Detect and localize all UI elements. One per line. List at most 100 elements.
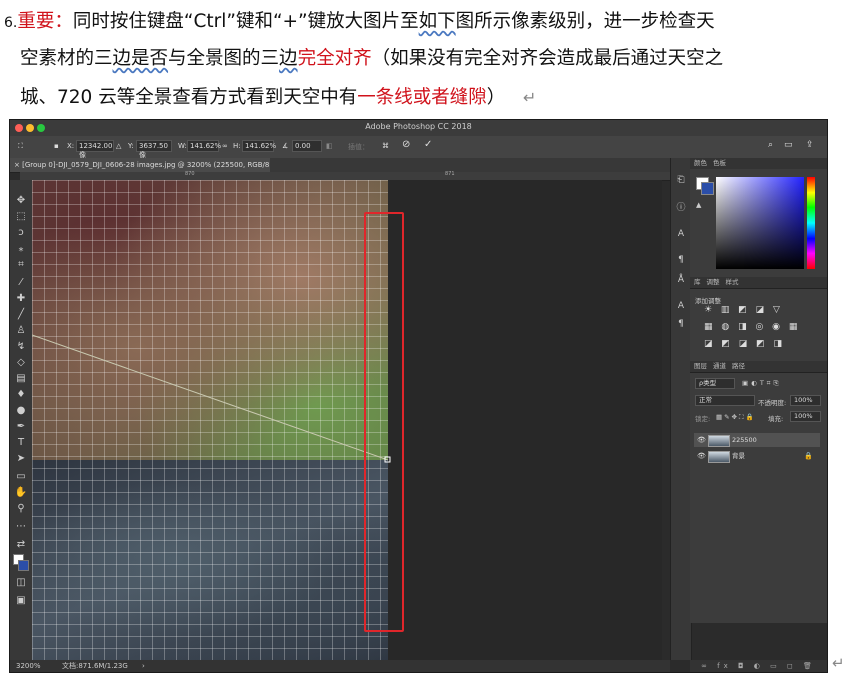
- width-percent-field[interactable]: 141.62%: [187, 140, 221, 152]
- screen-mode-icon[interactable]: ▣: [14, 594, 28, 608]
- layers-panel-tabs: 图层 通道 路径: [690, 361, 827, 372]
- layer-row[interactable]: 👁 背景 🔒: [694, 449, 820, 463]
- lock-icon: 🔒: [804, 452, 813, 460]
- search-icon[interactable]: ⌕: [768, 140, 773, 150]
- share-icon[interactable]: ⇪: [806, 140, 814, 150]
- doc-line-1: 6.重要：同时按住键盘“Ctrl”键和“+”键放大图片至如下图所示像素级别，进一…: [4, 11, 715, 32]
- options-bar: ⛶ ▪ X: 12342.00 像 △ Y: 3637.50 像 W: 141.…: [10, 136, 827, 159]
- tab-channels[interactable]: 通道: [713, 362, 726, 370]
- link-icon[interactable]: ∞: [222, 142, 228, 150]
- visibility-eye-icon[interactable]: 👁: [697, 433, 706, 447]
- move-tool-icon[interactable]: ✥: [14, 194, 28, 208]
- doc-line-3: 城、720 云等全景查看方式看到天空中有一条线或者缝隙） ↵: [20, 87, 537, 108]
- document-text: 6.重要：同时按住键盘“Ctrl”键和“+”键放大图片至如下图所示像素级别，进一…: [0, 0, 848, 118]
- swap-colors-icon[interactable]: ⇄: [14, 538, 28, 552]
- layer-row[interactable]: 👁 225500: [694, 433, 820, 447]
- tab-paths[interactable]: 路径: [732, 362, 745, 370]
- tab-layers[interactable]: 图层: [694, 362, 707, 370]
- color-background-swatch[interactable]: [701, 182, 714, 195]
- zoom-tool-icon[interactable]: ⚲: [14, 502, 28, 516]
- quick-mask-icon[interactable]: ◫: [14, 576, 28, 590]
- lasso-tool-icon[interactable]: ↄ: [14, 226, 28, 240]
- interpolation-label: 插值：: [348, 143, 369, 151]
- document-size: 文档:871.6M/1.23G: [62, 662, 128, 670]
- healing-brush-icon[interactable]: ✚: [14, 292, 28, 306]
- type-tool-icon[interactable]: T: [14, 436, 28, 450]
- layer-filter-icons[interactable]: ▣◐T⌗⎘: [742, 379, 782, 388]
- blend-mode-select[interactable]: 正常: [695, 395, 755, 406]
- background-color-swatch[interactable]: [18, 560, 29, 571]
- glyphs-panel-icon[interactable]: Å: [675, 274, 687, 286]
- y-position-field[interactable]: 3637.50 像: [136, 140, 172, 159]
- skew-icon[interactable]: ◧: [326, 142, 333, 150]
- status-menu-arrow[interactable]: ›: [142, 660, 145, 672]
- important-label: 重要：: [17, 11, 73, 32]
- tab-styles[interactable]: 样式: [726, 278, 739, 286]
- path-selection-icon[interactable]: ➤: [14, 452, 28, 466]
- adjustment-icons-row-2[interactable]: ▦ ◍ ◨ ◎ ◉ ▦: [704, 322, 800, 332]
- paragraph-style-icon[interactable]: ¶: [675, 318, 687, 330]
- saturation-value-field[interactable]: [716, 177, 804, 269]
- visibility-eye-icon[interactable]: 👁: [697, 449, 706, 463]
- rotation-angle-field[interactable]: 0.00: [292, 140, 322, 152]
- layer-kind-filter[interactable]: ρ类型: [695, 378, 735, 389]
- history-panel-icon[interactable]: ⎗: [675, 174, 687, 186]
- tab-adjustments[interactable]: 调整: [707, 278, 720, 286]
- info-panel-icon[interactable]: ⓘ: [675, 202, 687, 214]
- alignment-highlight-box: [364, 212, 404, 632]
- commit-transform-icon[interactable]: ✓: [424, 139, 432, 150]
- right-panels: 颜色 色板 ▲ 库调整 样式 添加调整 ☀ ▥ ◩ ◪ ▽ ▦ ◍ ◨ ◎ ◉ ▦ …: [690, 158, 827, 623]
- more-tools-icon[interactable]: ⋯: [14, 520, 28, 534]
- color-picker: ▲: [690, 169, 827, 277]
- adjustments-panel-tabs: 库调整 样式: [690, 277, 827, 288]
- history-brush-icon[interactable]: ↯: [14, 340, 28, 354]
- zoom-level[interactable]: 3200%: [16, 660, 40, 672]
- gamut-warning-icon: ▲: [696, 201, 702, 209]
- paragraph-panel-icon[interactable]: ¶: [675, 254, 687, 266]
- layers-footer-icons[interactable]: ∞ fx ◘ ◐ ▭ ◻ 🗑: [690, 660, 827, 672]
- dodge-tool-icon[interactable]: ●: [14, 404, 28, 418]
- tab-color[interactable]: 颜色: [694, 159, 707, 167]
- gradient-tool-icon[interactable]: ▤: [14, 372, 28, 386]
- crop-tool-icon[interactable]: ⌗: [14, 258, 28, 272]
- reference-point-icon[interactable]: ▪: [54, 142, 59, 150]
- character-style-icon[interactable]: A: [675, 300, 687, 312]
- hue-slider[interactable]: [807, 177, 815, 269]
- magic-wand-icon[interactable]: ⁎: [14, 242, 28, 256]
- app-title: Adobe Photoshop CC 2018: [365, 122, 472, 131]
- marquee-tool-icon[interactable]: ⬚: [14, 210, 28, 224]
- warp-icon[interactable]: ⌘: [382, 142, 389, 150]
- character-panel-icon[interactable]: A: [675, 228, 687, 240]
- adjustment-icons-row-1[interactable]: ☀ ▥ ◩ ◪ ▽: [704, 305, 783, 315]
- brush-tool-icon[interactable]: ╱: [14, 308, 28, 322]
- hand-tool-icon[interactable]: ✋: [14, 486, 28, 500]
- tab-swatches[interactable]: 色板: [713, 159, 726, 167]
- transform-icon[interactable]: ⛶: [18, 142, 23, 151]
- angle-icon[interactable]: ∡: [282, 142, 288, 150]
- workspace-icon[interactable]: ▭: [784, 140, 793, 150]
- layers-panel: ρ类型 ▣◐T⌗⎘ 正常 不透明度: 100% 锁定: ▦✎✥⛶🔒 填充: 10…: [690, 372, 827, 623]
- opacity-field[interactable]: 100%: [790, 395, 821, 406]
- image-canvas[interactable]: [32, 180, 662, 660]
- tab-libraries[interactable]: 库: [694, 278, 701, 286]
- close-tab-icon[interactable]: ×: [14, 161, 22, 169]
- seam-emphasis: 一条线或者缝隙: [357, 87, 487, 108]
- x-position-field[interactable]: 12342.00 像: [76, 140, 114, 159]
- rectangle-tool-icon[interactable]: ▭: [14, 470, 28, 484]
- height-percent-field[interactable]: 141.62%: [242, 140, 276, 152]
- pen-tool-icon[interactable]: ✒: [14, 420, 28, 434]
- tools-panel: ✥ ⬚ ↄ ⁎ ⌗ ⁄ ✚ ╱ ♙ ↯ ◇ ▤ ♦ ● ✒ T ➤ ▭ ✋ ⚲ …: [10, 180, 33, 660]
- adjustment-icons-row-3[interactable]: ◪ ◩ ◪ ◩ ◨: [704, 339, 785, 349]
- eraser-tool-icon[interactable]: ◇: [14, 356, 28, 370]
- photoshop-window: Adobe Photoshop CC 2018 ⛶ ▪ X: 12342.00 …: [9, 119, 828, 673]
- blur-tool-icon[interactable]: ♦: [14, 388, 28, 402]
- lock-icons[interactable]: ▦✎✥⛶🔒: [716, 413, 756, 422]
- cancel-transform-icon[interactable]: ⊘: [402, 139, 410, 150]
- title-bar: Adobe Photoshop CC 2018: [10, 120, 827, 136]
- clone-stamp-icon[interactable]: ♙: [14, 324, 28, 338]
- color-panel-tabs: 颜色 色板: [690, 158, 827, 169]
- eyedropper-icon[interactable]: ⁄: [14, 276, 28, 290]
- delta-icon[interactable]: △: [116, 142, 121, 150]
- fill-field[interactable]: 100%: [790, 411, 821, 422]
- document-tab[interactable]: × [Group 0]-DJI_0579_DJI_0606-28 images.…: [10, 158, 270, 172]
